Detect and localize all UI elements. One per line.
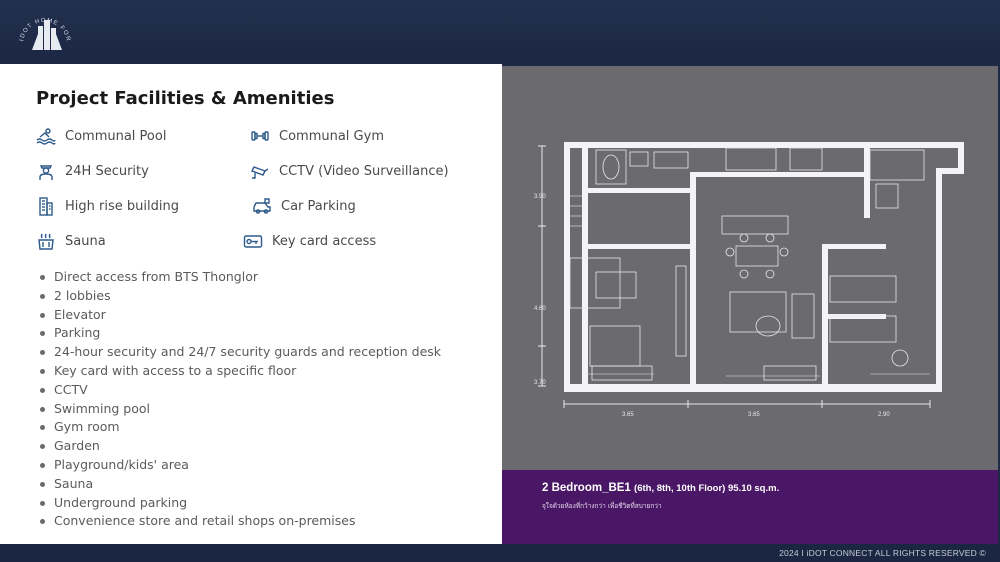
copyright-text: 2024 I iDOT CONNECT ALL RIGHTS RESERVED …: [779, 548, 986, 558]
list-item: Sauna: [38, 475, 441, 494]
key-card-icon: [243, 231, 263, 251]
dim-label-bottom: 3.65: [748, 412, 760, 418]
dumbbell-icon: [250, 126, 270, 146]
floorplan-drawing: 3.90 4.60 3.70 3.65 3.65 2.90: [534, 142, 964, 418]
list-item: 2 lobbies: [38, 287, 441, 306]
dim-label-bottom: 2.90: [878, 412, 890, 418]
list-item: Convenience store and retail shops on-pr…: [38, 512, 441, 531]
amenity-label: 24H Security: [65, 163, 149, 179]
amenity-label: Key card access: [272, 233, 377, 249]
list-item: Gym room: [38, 418, 441, 437]
list-item: Key card with access to a specific floor: [38, 362, 441, 381]
amenity-cctv: CCTV (Video Surveillance): [250, 160, 449, 182]
security-guard-icon: [36, 161, 56, 181]
car-icon: [252, 196, 272, 216]
dim-label-left: 4.60: [534, 306, 546, 312]
facilities-list: Direct access from BTS Thonglor 2 lobbie…: [38, 268, 441, 531]
floorplan-caption: 2 Bedroom_BE1 (6th, 8th, 10th Floor) 95.…: [502, 470, 998, 544]
amenity-car-parking: Car Parking: [252, 195, 356, 217]
amenity-communal-pool: Communal Pool: [36, 125, 166, 147]
sauna-icon: [36, 231, 56, 251]
amenity-key-card: Key card access: [243, 230, 376, 252]
cctv-icon: [250, 161, 270, 181]
logo-icon[interactable]: IDOT HOME FOR RENT: [14, 6, 76, 60]
list-item: Garden: [38, 437, 441, 456]
list-item: Swimming pool: [38, 400, 441, 419]
pool-icon: [36, 126, 56, 146]
amenity-label: Car Parking: [281, 198, 356, 214]
amenity-high-rise: High rise building: [36, 195, 179, 217]
footer-bar: 2024 I iDOT CONNECT ALL RIGHTS RESERVED …: [0, 544, 1000, 562]
floorplan-tagline: จุใจด้วยห้องที่กว้างกว่า เพื่อชีวิตที่สบ…: [542, 502, 662, 510]
dim-label-bottom: 3.65: [622, 412, 634, 418]
floorplan-unit-detail: (6th, 8th, 10th Floor) 95.10 sq.m.: [634, 483, 780, 494]
amenity-label: High rise building: [65, 198, 179, 214]
page-title: Project Facilities & Amenities: [36, 88, 335, 109]
list-item: CCTV: [38, 381, 441, 400]
list-item: Playground/kids' area: [38, 456, 441, 475]
floorplan-title: 2 Bedroom_BE1 (6th, 8th, 10th Floor) 95.…: [542, 482, 779, 494]
amenity-communal-gym: Communal Gym: [250, 125, 384, 147]
list-item: Parking: [38, 324, 441, 343]
amenity-sauna: Sauna: [36, 230, 106, 252]
list-item: Elevator: [38, 306, 441, 325]
facilities-panel: Project Facilities & Amenities Communal …: [0, 64, 502, 544]
header-bar: IDOT HOME FOR RENT: [0, 0, 1000, 64]
floorplan-unit-type: 2 Bedroom_BE1: [542, 482, 631, 494]
dim-label-left: 3.70: [534, 380, 546, 386]
amenity-label: Communal Gym: [279, 128, 384, 144]
list-item: 24-hour security and 24/7 security guard…: [38, 343, 441, 362]
list-item: Underground parking: [38, 494, 441, 513]
amenity-label: Sauna: [65, 233, 106, 249]
amenity-label: CCTV (Video Surveillance): [279, 163, 449, 179]
dim-label-left: 3.90: [534, 194, 546, 200]
amenity-24h-security: 24H Security: [36, 160, 149, 182]
list-item: Direct access from BTS Thonglor: [38, 268, 441, 287]
building-icon: [36, 196, 56, 216]
floorplan-panel: 3.90 4.60 3.70 3.65 3.65 2.90 2 Bedroom_…: [502, 66, 998, 544]
amenity-label: Communal Pool: [65, 128, 167, 144]
